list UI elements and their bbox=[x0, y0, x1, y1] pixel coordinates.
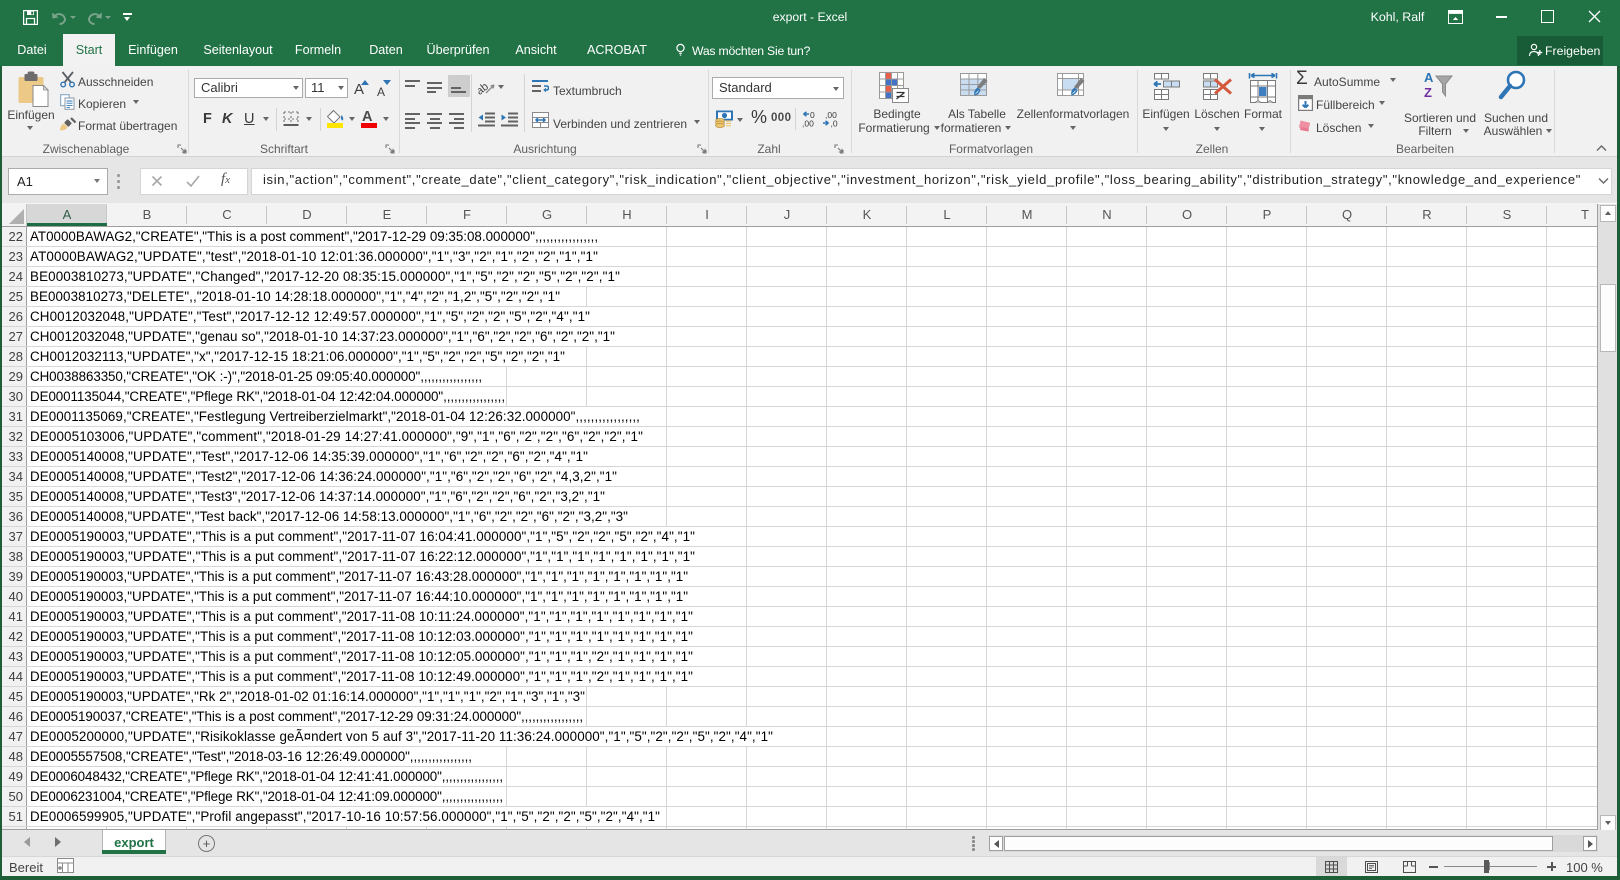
svg-text:,00: ,00 bbox=[802, 119, 814, 129]
svg-text:Z: Z bbox=[1424, 85, 1432, 100]
svg-text:,0: ,0 bbox=[831, 119, 838, 129]
svg-text:ab: ab bbox=[478, 81, 491, 95]
svg-text:A: A bbox=[1424, 70, 1434, 85]
